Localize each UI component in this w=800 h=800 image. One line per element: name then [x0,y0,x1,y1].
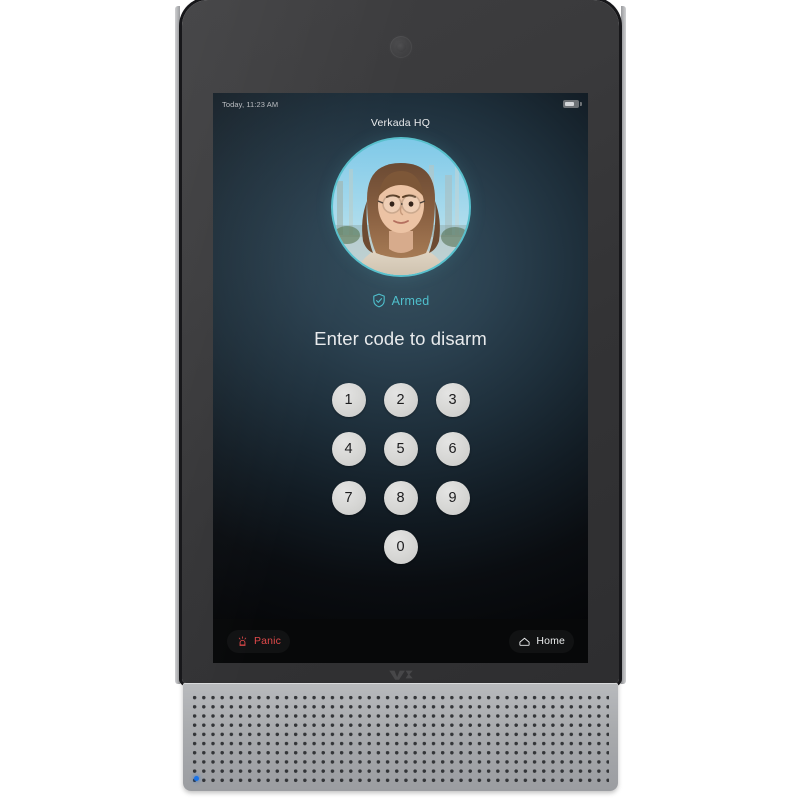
site-title: Verkada HQ [370,117,431,129]
keypad-key-6[interactable]: 6 [435,432,470,466]
device-body: Today, 11:23 AM Verkada HQ Armed Enter c… [182,0,619,683]
screenshot-root: Today, 11:23 AM Verkada HQ Armed Enter c… [0,0,800,800]
action-bar: Panic Home [213,619,588,663]
status-led-indicator [194,776,199,781]
panic-button-label: Panic [254,635,282,647]
device-rim-left [175,6,180,684]
keypad-key-3[interactable]: 3 [435,383,470,417]
device-rim-right [621,6,626,684]
touchscreen: Today, 11:23 AM Verkada HQ Armed Enter c… [213,93,588,663]
avatar-image [332,139,469,275]
alarm-siren-icon [238,635,247,646]
keypad-key-2[interactable]: 2 [383,383,418,417]
armed-label: Armed [391,293,430,308]
home-button[interactable]: Home [509,629,574,653]
pin-keypad[interactable]: 1 2 3 4 5 6 7 8 9 0 [323,383,479,564]
keypad-key-0[interactable]: 0 [383,530,418,564]
user-avatar [332,139,469,275]
grille-hole-pattern [192,695,609,783]
house-icon [519,637,530,646]
camera-lens-icon [389,36,412,58]
status-time: Today, 11:23 AM [222,99,279,109]
panic-button[interactable]: Panic [227,629,291,653]
status-bar: Today, 11:23 AM [213,93,588,115]
keypad-key-4[interactable]: 4 [331,432,366,466]
intercom-device: Today, 11:23 AM Verkada HQ Armed Enter c… [175,0,626,795]
disarm-prompt: Enter code to disarm [314,328,487,349]
keypad-key-8[interactable]: 8 [383,481,418,515]
shield-check-icon [372,293,385,308]
keypad-key-9[interactable]: 9 [435,481,470,515]
armed-status: Armed [213,293,588,308]
battery-icon [563,100,582,108]
home-button-label: Home [536,635,565,647]
speaker-grille [183,683,618,791]
battery-fill [565,102,574,106]
verkada-logo [388,670,413,680]
keypad-key-5[interactable]: 5 [383,432,418,466]
keypad-key-7[interactable]: 7 [331,481,366,515]
keypad-key-1[interactable]: 1 [331,383,366,417]
